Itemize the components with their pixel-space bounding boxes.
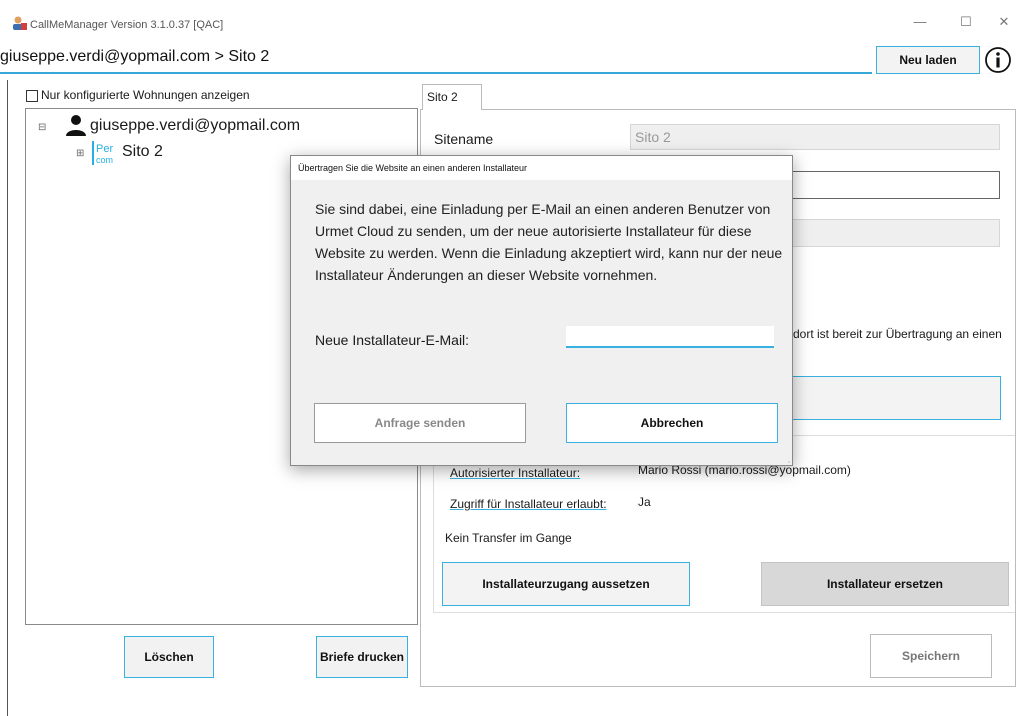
replace-installer-button[interactable]: Installateur ersetzen — [761, 562, 1009, 606]
breadcrumb-underline — [0, 72, 872, 74]
dialog-message: Sie sind dabei, eine Einladung per E-Mai… — [315, 201, 783, 283]
text-field[interactable] — [780, 171, 1000, 199]
tab-site[interactable]: Sito 2 — [422, 84, 482, 110]
info-icon[interactable] — [983, 45, 1013, 75]
maximize-button[interactable]: ☐ — [956, 14, 976, 30]
configured-only-checkbox[interactable] — [26, 90, 38, 102]
send-request-button[interactable]: Anfrage senden — [314, 403, 526, 443]
reload-button[interactable]: Neu laden — [876, 46, 980, 74]
resize-grip-icon[interactable]: ⠠ — [785, 456, 791, 465]
save-button[interactable]: Speichern — [870, 634, 992, 678]
cancel-button[interactable]: Abbrechen — [566, 403, 778, 443]
delete-button[interactable]: Löschen — [124, 636, 214, 678]
tree-item-account[interactable]: giuseppe.verdi@yopmail.com — [90, 117, 300, 135]
transfer-button[interactable] — [780, 376, 1001, 420]
tree-item-site[interactable]: Sito 2 — [122, 143, 163, 161]
user-icon — [66, 115, 86, 136]
section-divider — [433, 612, 1015, 613]
print-letters-button[interactable]: Briefe drucken — [316, 636, 408, 678]
checkbox-label: Nur konfigurierte Wohnungen anzeigen — [41, 88, 250, 102]
svg-text:com: com — [96, 155, 113, 165]
minimize-button[interactable]: — — [910, 14, 930, 30]
authorized-installer-label[interactable]: Autorisierter Installateur: — [450, 466, 580, 480]
readonly-field — [780, 219, 1000, 247]
access-allowed-label[interactable]: Zugriff für Installateur erlaubt: — [450, 497, 607, 511]
dialog-title-bar: Übertragen Sie die Website an einen ande… — [291, 156, 792, 180]
sitename-field: Sito 2 — [630, 124, 1000, 150]
ipercom-logo: Per com — [92, 141, 113, 165]
transfer-dialog: Übertragen Sie die Website an einen ande… — [290, 155, 793, 466]
no-transfer-text: Kein Transfer im Gange — [445, 531, 572, 545]
collapse-icon[interactable]: ⊟ — [38, 122, 46, 133]
app-icon — [13, 16, 27, 30]
email-input[interactable] — [566, 326, 774, 348]
dialog-title: Übertragen Sie die Website an einen ande… — [298, 163, 527, 173]
breadcrumb: giuseppe.verdi@yopmail.com > Sito 2 — [0, 48, 270, 65]
suspend-installer-button[interactable]: Installateurzugang aussetzen — [442, 562, 690, 606]
sitename-label: Sitename — [434, 131, 494, 147]
window-title: CallMeManager Version 3.1.0.37 [QAC] — [30, 19, 224, 31]
title-bar: CallMeManager Version 3.1.0.37 [QAC] — ☐… — [0, 0, 1016, 40]
window-border — [7, 80, 8, 716]
svg-text:Per: Per — [96, 143, 113, 155]
access-allowed-value: Ja — [638, 495, 651, 509]
transfer-status-text: dort ist bereit zur Übertragung an einen — [793, 327, 1002, 341]
email-label: Neue Installateur-E-Mail: — [315, 332, 470, 348]
close-button[interactable]: ✕ — [994, 14, 1014, 30]
expand-icon[interactable]: ⊞ — [76, 148, 84, 159]
